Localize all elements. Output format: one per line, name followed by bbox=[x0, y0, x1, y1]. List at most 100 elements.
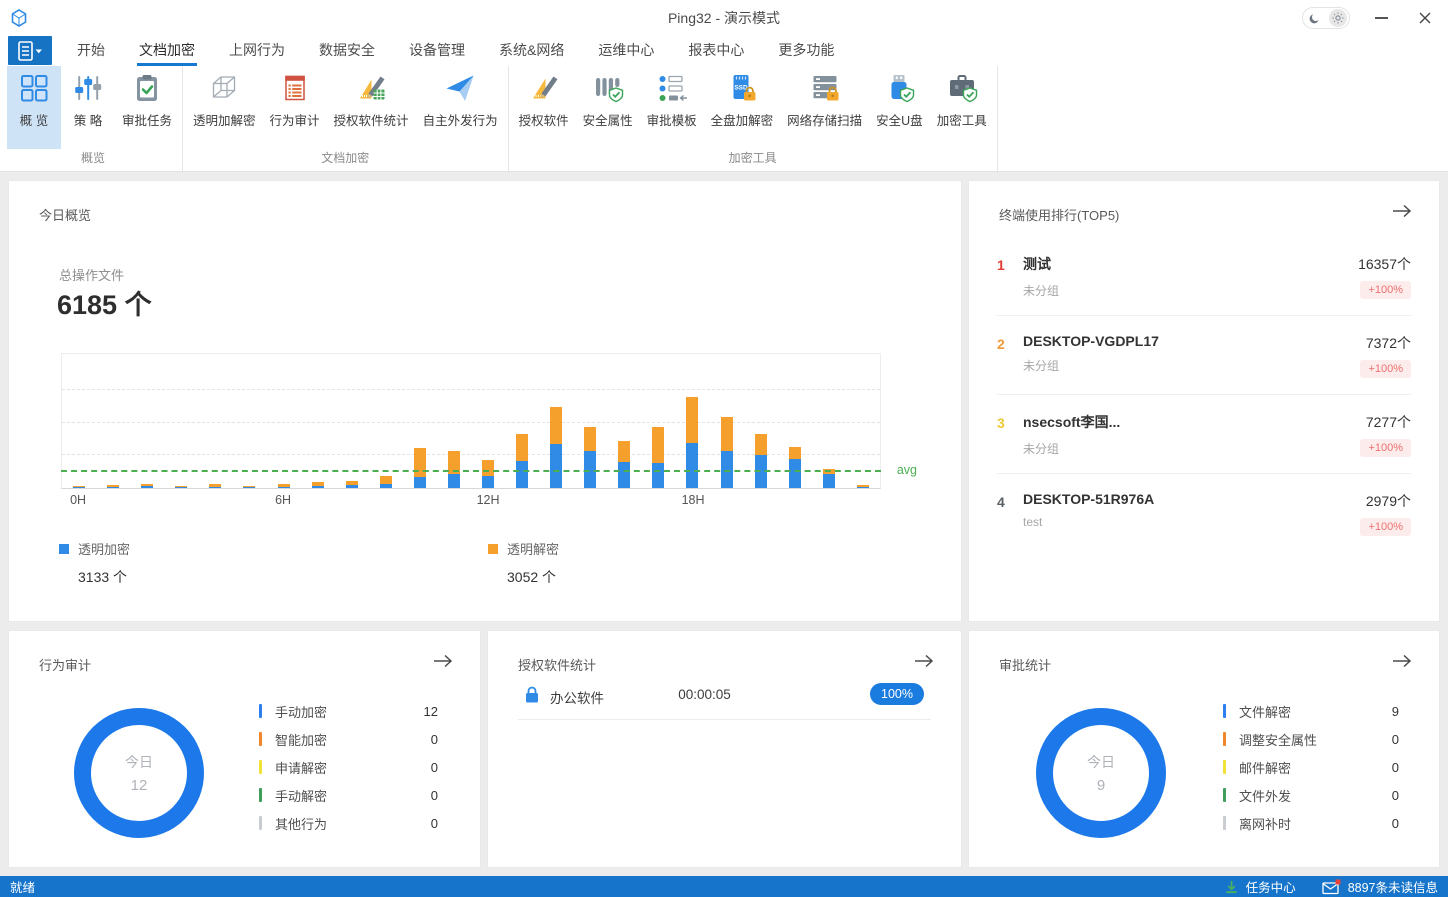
legend-row: 手动解密 0 bbox=[259, 781, 438, 809]
legend-value: 0 bbox=[1392, 788, 1399, 803]
bar-group bbox=[301, 354, 335, 488]
bar-group bbox=[96, 354, 130, 488]
tab-document-encryption[interactable]: 文档加密 bbox=[137, 36, 197, 66]
ranking-list: 1 测试 未分组 16357个 +100% 2 DESKTOP bbox=[997, 237, 1411, 552]
x-tick-label: 12H bbox=[477, 493, 500, 507]
legend-label: 手动解密 bbox=[275, 786, 431, 805]
legend-value: 0 bbox=[431, 732, 438, 747]
ribbon-btn-policy[interactable]: 策 略 bbox=[61, 66, 115, 149]
status-ready: 就绪 bbox=[10, 877, 35, 896]
panel-behavior-audit: 行为审计 今日 12 手动加密 12 智 bbox=[8, 630, 481, 868]
bar-group bbox=[437, 354, 471, 488]
legend-label: 邮件解密 bbox=[1239, 758, 1392, 777]
panel-authorized-software: 授权软件统计 办公软件 00:00:05 100% bbox=[487, 630, 962, 868]
ribbon-btn-secure-usb[interactable]: 安全U盘 bbox=[869, 66, 930, 149]
terminal-count: 16357个 bbox=[1358, 254, 1411, 274]
ribbon-btn-label: 自主外发行为 bbox=[423, 110, 498, 129]
bar-group bbox=[812, 354, 846, 488]
tab-system-network[interactable]: 系统&网络 bbox=[497, 36, 566, 66]
panel-approval-stats: 审批统计 今日 9 文件解密 9 调整安 bbox=[968, 630, 1440, 868]
legend-label: 文件外发 bbox=[1239, 786, 1392, 805]
ribbon-btn-overview[interactable]: 概 览 bbox=[7, 66, 61, 149]
bar-group bbox=[709, 354, 743, 488]
tab-data-security[interactable]: 数据安全 bbox=[317, 36, 377, 66]
approval-legend: 文件解密 9 调整安全属性 0 邮件解密 0 bbox=[1223, 697, 1399, 837]
tab-ops-center[interactable]: 运维中心 bbox=[596, 36, 656, 66]
tab-more-features[interactable]: 更多功能 bbox=[776, 36, 836, 66]
tab-device-management[interactable]: 设备管理 bbox=[407, 36, 467, 66]
ribbon-btn-transparent-encdec[interactable]: 透明加解密 bbox=[186, 66, 263, 149]
legend-row: 其他行为 0 bbox=[259, 809, 438, 837]
ribbon-btn-outgoing-behavior[interactable]: 自主外发行为 bbox=[416, 66, 505, 149]
ribbon-btn-approval-template[interactable]: 审批模板 bbox=[640, 66, 704, 149]
task-center-button[interactable]: 任务中心 bbox=[1224, 877, 1296, 896]
terminal-name: DESKTOP-51R976A bbox=[1023, 491, 1360, 507]
sun-icon[interactable] bbox=[1329, 9, 1347, 27]
ping32-window: Ping32 - 演示模式 开始 文档加密 上网行为 数据安全 bbox=[0, 0, 1448, 897]
ribbon-btn-approval-tasks[interactable]: 审批任务 bbox=[115, 66, 179, 149]
legend-row: 手动加密 12 bbox=[259, 697, 438, 725]
download-icon bbox=[1224, 879, 1239, 895]
x-tick-label: 18H bbox=[682, 493, 705, 507]
legend-value: 0 bbox=[431, 760, 438, 775]
software-row[interactable]: 办公软件 00:00:05 100% bbox=[488, 681, 961, 711]
arrow-right-icon[interactable] bbox=[432, 653, 454, 674]
ranking-row[interactable]: 2 DESKTOP-VGDPL17 未分组 7372个 +100% bbox=[997, 316, 1411, 395]
unread-messages-button[interactable]: 8897条未读信息 bbox=[1322, 877, 1438, 896]
legend-swatch bbox=[488, 544, 498, 554]
legend-marker bbox=[1223, 788, 1226, 802]
arrow-right-icon[interactable] bbox=[1391, 653, 1413, 674]
briefcase-shield-icon bbox=[945, 71, 979, 105]
message-icon bbox=[1322, 879, 1341, 895]
bar-group bbox=[641, 354, 675, 488]
app-menu-button[interactable] bbox=[8, 36, 52, 65]
legend-marker bbox=[259, 760, 262, 774]
bar-group bbox=[778, 354, 812, 488]
donut-center-value: 9 bbox=[1097, 777, 1105, 794]
close-button[interactable] bbox=[1412, 5, 1438, 31]
ranking-row[interactable]: 4 DESKTOP-51R976A test 2979个 +100% bbox=[997, 474, 1411, 552]
ribbon-btn-label: 安全U盘 bbox=[876, 110, 923, 129]
ribbon-group-doc-encryption: 透明加解密 行为审计 授权软件统计 bbox=[183, 66, 509, 171]
arrow-right-icon[interactable] bbox=[913, 653, 935, 674]
panel-terminal-ranking: 终端使用排行(TOP5) 1 测试 未分组 16357个 +100% bbox=[968, 180, 1440, 622]
usb-shield-icon bbox=[882, 71, 916, 105]
titlebar: Ping32 - 演示模式 bbox=[0, 0, 1448, 36]
terminal-count: 7277个 bbox=[1360, 412, 1411, 432]
ribbon-btn-authorized-software[interactable]: 授权软件 bbox=[512, 66, 576, 149]
arrow-right-icon[interactable] bbox=[1391, 203, 1413, 224]
bar-group bbox=[62, 354, 96, 488]
panel-title: 终端使用排行(TOP5) bbox=[999, 205, 1119, 224]
moon-icon[interactable] bbox=[1309, 13, 1320, 24]
ranking-row[interactable]: 1 测试 未分组 16357个 +100% bbox=[997, 237, 1411, 316]
ribbon-btn-network-storage-scan[interactable]: 网络存储扫描 bbox=[780, 66, 869, 149]
ribbon-group-encryption-tools: 授权软件 安全属性 审批模板 SSD bbox=[509, 66, 998, 171]
percent-badge: 100% bbox=[870, 683, 924, 705]
terminal-name: 测试 bbox=[1023, 254, 1358, 274]
legend-marker bbox=[259, 816, 262, 830]
ribbon-btn-fulldisk-encdec[interactable]: SSD 全盘加解密 bbox=[704, 66, 781, 149]
legend-marker bbox=[1223, 704, 1226, 718]
bar-group bbox=[335, 354, 369, 488]
ribbon-btn-authorized-software-stats[interactable]: 授权软件统计 bbox=[327, 66, 416, 149]
terminal-name: nsecsoft李国... bbox=[1023, 412, 1360, 432]
legend-label: 其他行为 bbox=[275, 814, 431, 833]
ribbon-btn-security-attributes[interactable]: 安全属性 bbox=[576, 66, 640, 149]
tab-web-behavior[interactable]: 上网行为 bbox=[227, 36, 287, 66]
total-files-label: 总操作文件 bbox=[59, 265, 124, 284]
legend-label: 离网补时 bbox=[1239, 814, 1392, 833]
ribbon-tabbar: 开始 文档加密 上网行为 数据安全 设备管理 系统&网络 运维中心 报表中心 更… bbox=[0, 36, 1448, 66]
tab-report-center[interactable]: 报表中心 bbox=[686, 36, 746, 66]
bar-group bbox=[130, 354, 164, 488]
ribbon-btn-behavior-audit[interactable]: 行为审计 bbox=[263, 66, 327, 149]
bar-group bbox=[232, 354, 266, 488]
policy-sliders-icon bbox=[71, 71, 105, 105]
theme-toggle[interactable] bbox=[1302, 7, 1350, 29]
bar-group bbox=[539, 354, 573, 488]
tab-start[interactable]: 开始 bbox=[75, 36, 107, 66]
approval-tasks-clipboard-icon bbox=[130, 71, 164, 105]
minimize-button[interactable] bbox=[1368, 5, 1394, 31]
terminal-count: 7372个 bbox=[1360, 333, 1411, 353]
ribbon-btn-encryption-toolbox[interactable]: 加密工具 bbox=[930, 66, 994, 149]
ranking-row[interactable]: 3 nsecsoft李国... 未分组 7277个 +100% bbox=[997, 395, 1411, 474]
